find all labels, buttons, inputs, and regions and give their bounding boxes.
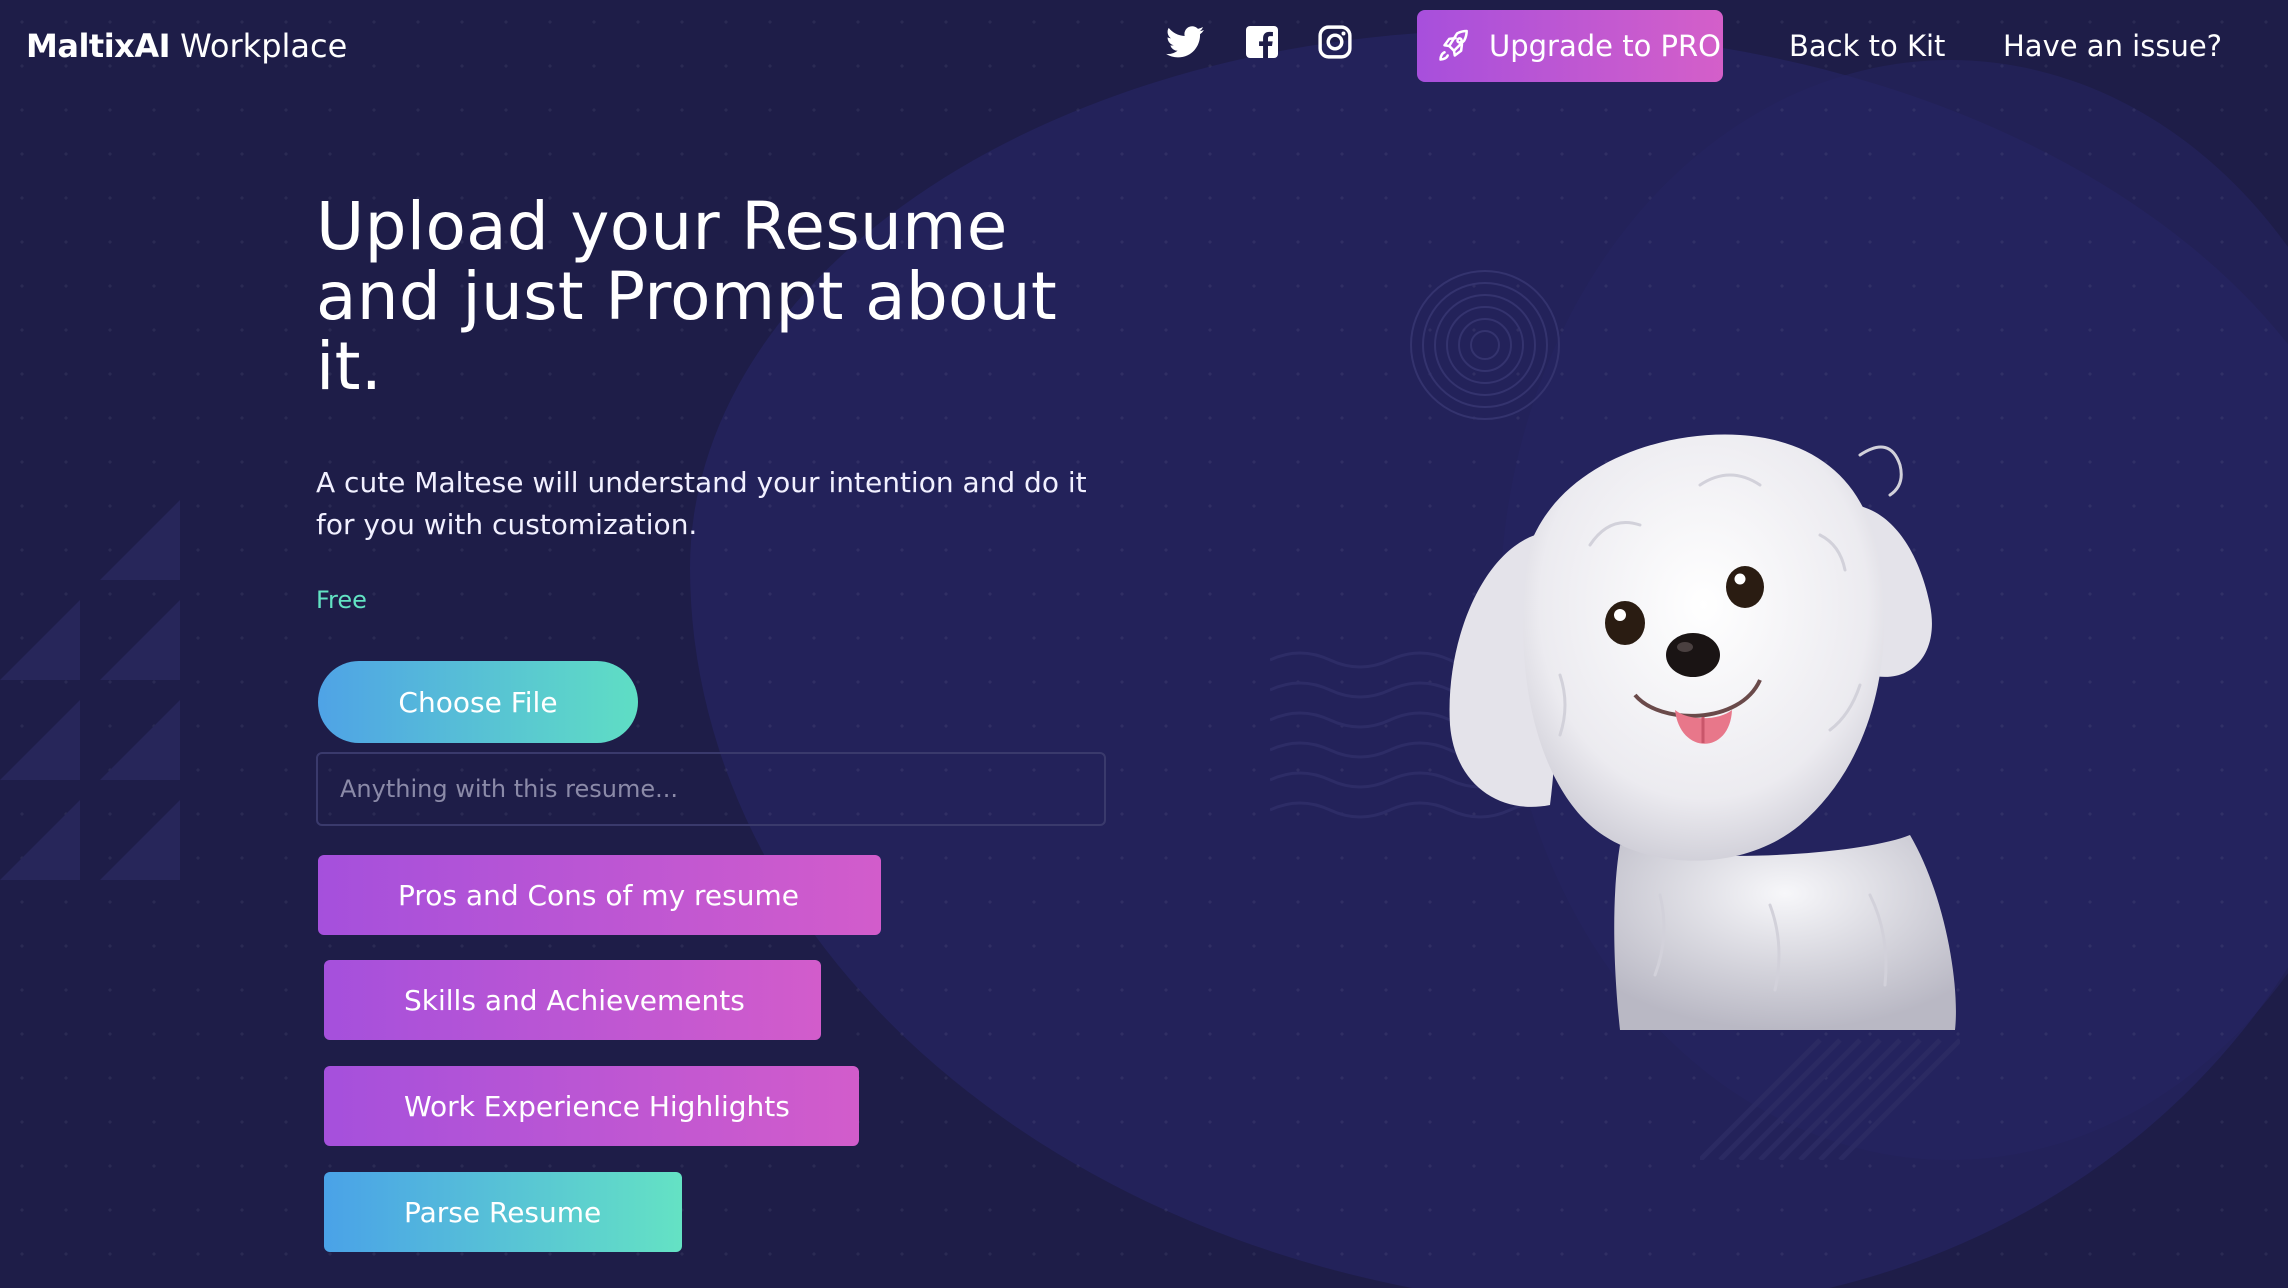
work-experience-button[interactable]: Work Experience Highlights <box>324 1066 859 1146</box>
instagram-link[interactable] <box>1315 22 1355 62</box>
facebook-icon <box>1246 26 1278 58</box>
title-line-3: it. <box>316 328 383 405</box>
twitter-link[interactable] <box>1165 22 1205 62</box>
upgrade-label: Upgrade to PRO <box>1489 29 1721 63</box>
pricing-badge: Free <box>316 586 367 614</box>
page-subtitle: A cute Maltese will understand your inte… <box>316 462 1106 546</box>
skills-achievements-button[interactable]: Skills and Achievements <box>324 960 821 1040</box>
maltese-dog-image <box>1449 434 1956 1030</box>
concentric-circles-decoration <box>1410 270 1560 420</box>
title-line-2: and just Prompt about <box>316 258 1058 335</box>
facebook-link[interactable] <box>1242 22 1282 62</box>
page-title: Upload your Resume and just Prompt about… <box>316 192 1116 402</box>
parse-resume-button[interactable]: Parse Resume <box>324 1172 682 1252</box>
triangle-pattern-decoration <box>0 500 180 880</box>
subtitle-line-2: for you with customization. <box>316 508 698 541</box>
rocket-icon <box>1439 29 1468 61</box>
top-navbar: MaltixAI Workplace Upgrade to PRO Back t… <box>0 0 2288 92</box>
maltese-dog-illustration <box>1440 425 1960 1035</box>
title-line-1: Upload your Resume <box>316 188 1008 265</box>
brand-logo[interactable]: MaltixAI Workplace <box>26 24 347 68</box>
upgrade-to-pro-button[interactable]: Upgrade to PRO <box>1417 10 1723 82</box>
instagram-icon <box>1318 25 1352 59</box>
back-to-kit-link[interactable]: Back to Kit <box>1789 24 1945 68</box>
choose-file-button[interactable]: Choose File <box>318 661 638 743</box>
report-issue-link[interactable]: Have an issue? <box>2003 24 2222 68</box>
pros-cons-button[interactable]: Pros and Cons of my resume <box>318 855 881 935</box>
brand-name: MaltixAI <box>26 27 170 65</box>
subtitle-line-1: A cute Maltese will understand your inte… <box>316 466 1087 499</box>
prompt-input[interactable] <box>316 752 1106 826</box>
brand-suffix: Workplace <box>180 27 348 65</box>
twitter-icon <box>1166 26 1204 58</box>
